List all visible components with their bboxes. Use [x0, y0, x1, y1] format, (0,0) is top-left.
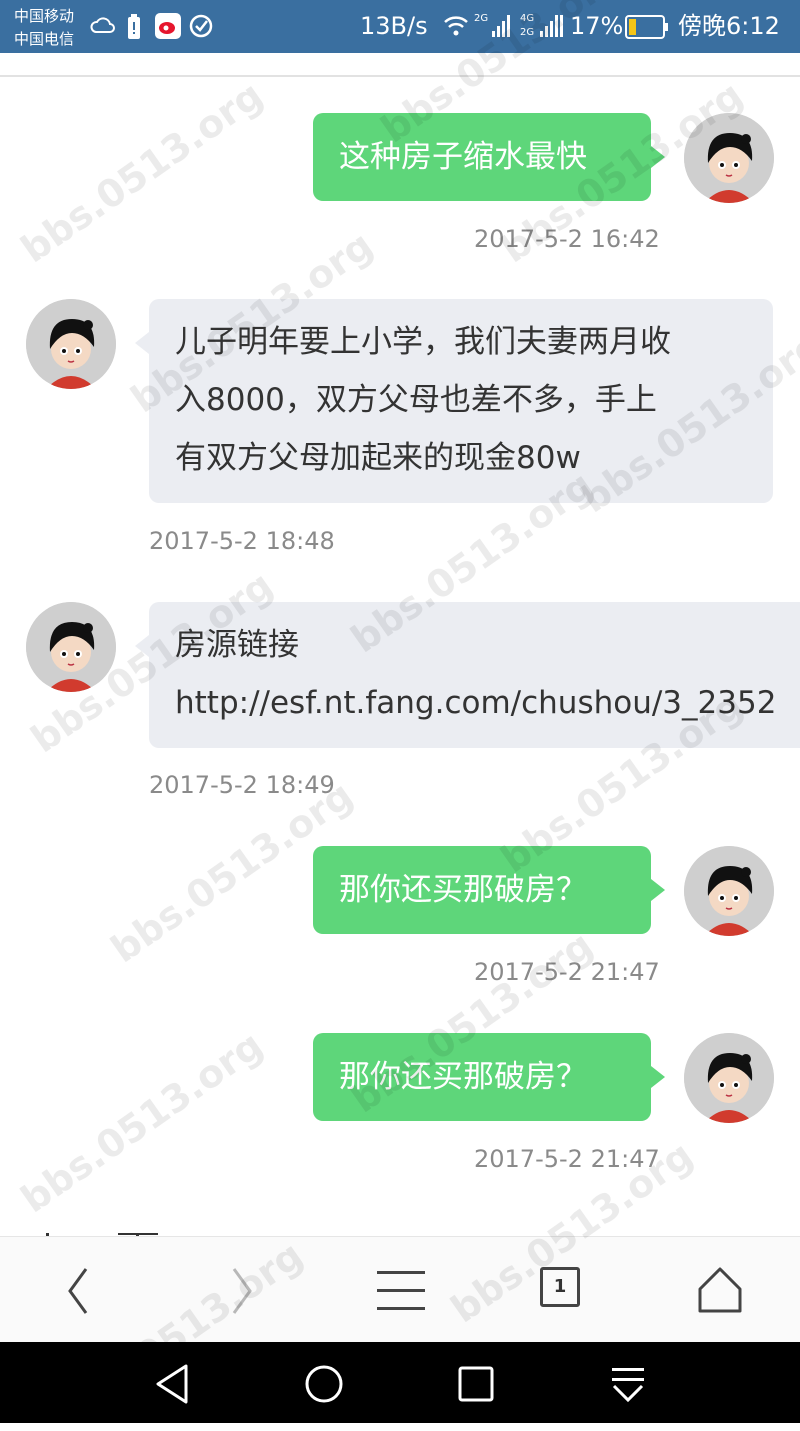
received-message-bubble[interactable]: 房源链接 http://esf.nt.fang.com/chushou/3_23…	[149, 602, 800, 748]
network-speed: 13B/s	[360, 12, 428, 40]
svg-text:4G: 4G	[520, 13, 534, 24]
bubble-tail	[651, 1066, 665, 1088]
message-timestamp: 2017-5-2 21:47	[474, 958, 660, 986]
sent-message-bubble[interactable]: 那你还买那破房？	[313, 846, 651, 934]
battery-percent: 17%	[570, 12, 624, 40]
avatar[interactable]	[26, 602, 116, 692]
avatar-girl-icon	[684, 113, 774, 203]
message-timestamp: 2017-5-2 16:42	[474, 225, 660, 253]
nav-back-button[interactable]	[150, 1360, 198, 1408]
home-icon	[698, 1267, 742, 1313]
signal-4g-icon: 4G 2G	[520, 11, 568, 45]
nav-home-icon	[305, 1365, 343, 1403]
bubble-tail	[651, 146, 665, 168]
received-message-bubble[interactable]: 儿子明年要上小学，我们夫妻两月收 入8000，双方父母也差不多，手上 有双方父母…	[149, 299, 773, 503]
watermark-text: bbs.0513.org	[13, 1022, 271, 1222]
bubble-tail	[135, 635, 149, 657]
avatar-girl-icon	[26, 299, 116, 389]
forward-icon	[232, 1268, 252, 1314]
avatar-girl-icon	[684, 1033, 774, 1123]
message-timestamp: 2017-5-2 18:48	[149, 527, 335, 555]
message-timestamp: 2017-5-2 21:47	[474, 1145, 660, 1173]
signal-2g-icon: 2G	[474, 11, 514, 45]
avatar-girl-icon	[684, 846, 774, 936]
avatar[interactable]	[684, 1033, 774, 1123]
weibo-icon	[155, 13, 181, 43]
nav-notification-icon	[612, 1368, 644, 1403]
svg-text:2G: 2G	[520, 27, 534, 38]
message-line: 有双方父母加起来的现金80w	[175, 440, 581, 476]
clock: 傍晚6:12	[678, 12, 780, 40]
top-divider	[0, 75, 800, 77]
menu-button[interactable]	[369, 1265, 433, 1317]
carrier-label-1: 中国移动	[14, 7, 75, 25]
message-line: 房源链接	[175, 627, 299, 663]
nav-notification-button[interactable]	[604, 1360, 652, 1408]
system-nav-bar	[0, 1342, 800, 1423]
nav-recents-button[interactable]	[452, 1360, 500, 1408]
back-button[interactable]	[48, 1265, 112, 1317]
listing-link[interactable]: http://esf.nt.fang.com/chushou/3_2352	[175, 674, 776, 732]
weather-cloud-icon	[90, 16, 116, 42]
forward-button[interactable]	[210, 1265, 274, 1317]
bubble-tail	[135, 332, 149, 354]
sent-message-bubble[interactable]: 那你还买那破房？	[313, 1033, 651, 1121]
nav-home-button[interactable]	[300, 1360, 348, 1408]
svg-text:2G: 2G	[474, 13, 488, 24]
wifi-icon	[443, 14, 469, 42]
scrolled-content-fragment	[40, 1226, 170, 1236]
message-line: 儿子明年要上小学，我们夫妻两月收	[175, 324, 671, 360]
status-bar: 中国移动 中国电信 13B/s 2G 4G 2G 17% 傍晚6:12	[0, 0, 800, 53]
back-icon	[68, 1268, 88, 1314]
avatar[interactable]	[684, 846, 774, 936]
message-line: 入8000，双方父母也差不多，手上	[175, 382, 657, 418]
carrier-label-2: 中国电信	[14, 30, 75, 48]
nav-recents-icon	[458, 1366, 494, 1402]
app-notification-icon	[188, 13, 214, 43]
message-timestamp: 2017-5-2 18:49	[149, 771, 335, 799]
nav-back-icon	[156, 1364, 188, 1404]
menu-icon	[377, 1271, 425, 1310]
bubble-tail	[651, 879, 665, 901]
avatar-girl-icon	[26, 602, 116, 692]
watermark-text: bbs.0513.org	[13, 72, 271, 272]
avatar[interactable]	[684, 113, 774, 203]
browser-toolbar: 1	[0, 1236, 800, 1343]
home-button[interactable]	[688, 1265, 752, 1317]
tabs-button[interactable]: 1	[540, 1267, 580, 1307]
avatar[interactable]	[26, 299, 116, 389]
battery-icon	[625, 15, 669, 43]
battery-alert-icon	[126, 14, 142, 44]
sent-message-bubble[interactable]: 这种房子缩水最快	[313, 113, 651, 201]
